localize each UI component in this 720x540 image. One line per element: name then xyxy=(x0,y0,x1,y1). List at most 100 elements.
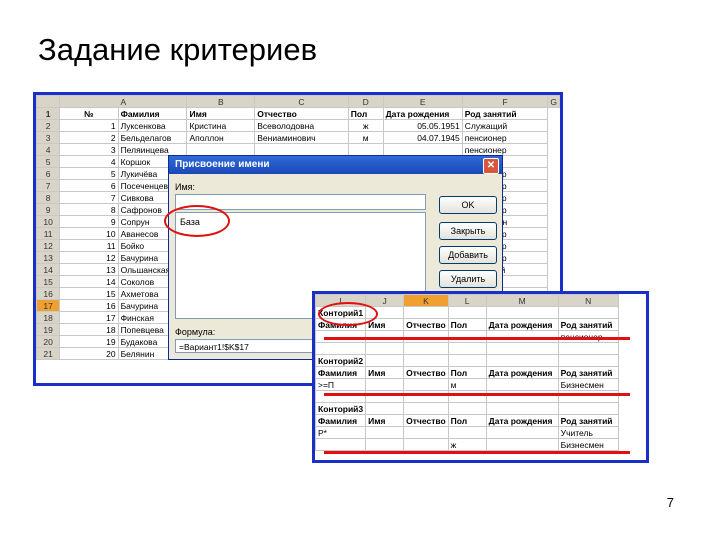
table-cell[interactable]: Конторий3 xyxy=(315,402,367,415)
table-cell[interactable]: 3 xyxy=(59,143,119,156)
table-cell[interactable]: 2 xyxy=(59,131,119,144)
column-header[interactable]: L xyxy=(447,294,487,307)
table-cell[interactable] xyxy=(557,306,619,319)
table-cell[interactable] xyxy=(403,402,449,415)
table-cell[interactable] xyxy=(447,426,487,439)
column-header[interactable]: G xyxy=(547,95,560,108)
close-icon[interactable]: ✕ xyxy=(483,158,499,174)
table-cell[interactable]: Фамилия xyxy=(315,414,367,427)
table-cell[interactable]: 04.07.1945 xyxy=(382,131,463,144)
table-cell[interactable] xyxy=(403,306,449,319)
table-cell[interactable]: Учитель xyxy=(557,426,619,439)
table-cell[interactable]: 20 xyxy=(59,347,119,360)
table-header-cell[interactable]: Отчество xyxy=(254,107,349,120)
table-cell[interactable]: 5 xyxy=(59,167,119,180)
table-cell[interactable]: ж xyxy=(347,119,384,132)
row-header[interactable]: 11 xyxy=(36,227,61,240)
table-cell[interactable] xyxy=(447,402,487,415)
row-header[interactable]: 20 xyxy=(36,335,61,348)
column-header[interactable]: D xyxy=(347,95,384,108)
row-header[interactable]: 13 xyxy=(36,251,61,264)
table-cell[interactable] xyxy=(485,402,559,415)
row-header[interactable]: 4 xyxy=(36,143,61,156)
table-cell[interactable] xyxy=(557,342,619,355)
table-cell[interactable]: Имя xyxy=(365,366,405,379)
table-cell[interactable] xyxy=(485,306,559,319)
table-cell[interactable]: Отчество xyxy=(403,366,449,379)
table-header-cell[interactable]: Род занятий xyxy=(461,107,549,120)
table-cell[interactable] xyxy=(365,354,405,367)
column-header[interactable]: J xyxy=(365,294,405,307)
row-header[interactable]: 7 xyxy=(36,179,61,192)
table-cell[interactable]: Конторий2 xyxy=(315,354,367,367)
table-cell[interactable]: 17 xyxy=(59,311,119,324)
table-cell[interactable]: Род занятий xyxy=(557,366,619,379)
table-cell[interactable]: 6 xyxy=(59,179,119,192)
row-header[interactable]: 8 xyxy=(36,191,61,204)
row-header[interactable]: 17 xyxy=(36,299,61,312)
row-header[interactable]: 5 xyxy=(36,155,61,168)
table-cell[interactable] xyxy=(365,378,405,391)
column-header[interactable]: N xyxy=(557,294,619,307)
table-cell[interactable] xyxy=(315,438,367,451)
corner-cell[interactable] xyxy=(36,95,61,108)
table-cell[interactable]: Бельделагов xyxy=(117,131,188,144)
table-cell[interactable]: Род занятий xyxy=(557,414,619,427)
table-cell[interactable]: Род занятий xyxy=(557,318,619,331)
column-header[interactable]: K xyxy=(403,294,449,307)
table-cell[interactable]: Дата рождения xyxy=(485,366,559,379)
table-cell[interactable]: Отчество xyxy=(403,318,449,331)
column-header[interactable]: A xyxy=(59,95,188,108)
table-cell[interactable]: 16 xyxy=(59,299,119,312)
table-cell[interactable] xyxy=(403,426,449,439)
table-cell[interactable] xyxy=(485,426,559,439)
table-cell[interactable] xyxy=(485,342,559,355)
delete-button[interactable]: Удалить xyxy=(439,270,497,288)
row-header[interactable]: 12 xyxy=(36,239,61,252)
row-header[interactable]: 2 xyxy=(36,119,61,132)
row-header[interactable]: 16 xyxy=(36,287,61,300)
table-header-cell[interactable]: Пол xyxy=(347,107,384,120)
row-header[interactable]: 18 xyxy=(36,311,61,324)
table-cell[interactable] xyxy=(315,342,367,355)
table-cell[interactable]: Имя xyxy=(365,414,405,427)
table-cell[interactable] xyxy=(347,143,384,156)
table-cell[interactable]: Пол xyxy=(447,414,487,427)
table-header-cell[interactable]: Дата рождения xyxy=(382,107,463,120)
table-cell[interactable]: Дата рождения xyxy=(485,318,559,331)
table-cell[interactable]: ж xyxy=(447,438,487,451)
table-cell[interactable]: Пол xyxy=(447,366,487,379)
table-cell[interactable]: Бизнесмен xyxy=(557,378,619,391)
table-cell[interactable]: 7 xyxy=(59,191,119,204)
table-header-cell[interactable]: Фамилия xyxy=(117,107,188,120)
row-header[interactable]: 3 xyxy=(36,131,61,144)
table-cell[interactable] xyxy=(403,354,449,367)
table-cell[interactable] xyxy=(365,402,405,415)
table-cell[interactable] xyxy=(403,342,449,355)
table-cell[interactable]: Пеляинцева xyxy=(117,143,188,156)
table-cell[interactable] xyxy=(186,143,256,156)
table-cell[interactable]: Аполлон xyxy=(186,131,256,144)
table-cell[interactable]: Луксенкова xyxy=(117,119,188,132)
table-cell[interactable]: Дата рождения xyxy=(485,414,559,427)
table-cell[interactable]: 8 xyxy=(59,203,119,216)
table-cell[interactable] xyxy=(485,378,559,391)
table-cell[interactable] xyxy=(365,426,405,439)
row-header[interactable]: 14 xyxy=(36,263,61,276)
row-header[interactable]: 19 xyxy=(36,323,61,336)
table-cell[interactable] xyxy=(557,402,619,415)
table-cell[interactable]: 14 xyxy=(59,275,119,288)
add-button[interactable]: Добавить xyxy=(439,246,497,264)
table-header-cell[interactable]: Имя xyxy=(186,107,256,120)
table-cell[interactable] xyxy=(485,438,559,451)
table-cell[interactable]: Бизнесмен xyxy=(557,438,619,451)
row-header[interactable]: 9 xyxy=(36,203,61,216)
table-cell[interactable] xyxy=(447,306,487,319)
table-cell[interactable] xyxy=(254,143,349,156)
table-cell[interactable]: Р* xyxy=(315,426,367,439)
close-button[interactable]: Закрыть xyxy=(439,222,497,240)
ok-button[interactable]: OK xyxy=(439,196,497,214)
table-cell[interactable]: 18 xyxy=(59,323,119,336)
table-cell[interactable]: Кристина xyxy=(186,119,256,132)
table-cell[interactable]: 12 xyxy=(59,251,119,264)
